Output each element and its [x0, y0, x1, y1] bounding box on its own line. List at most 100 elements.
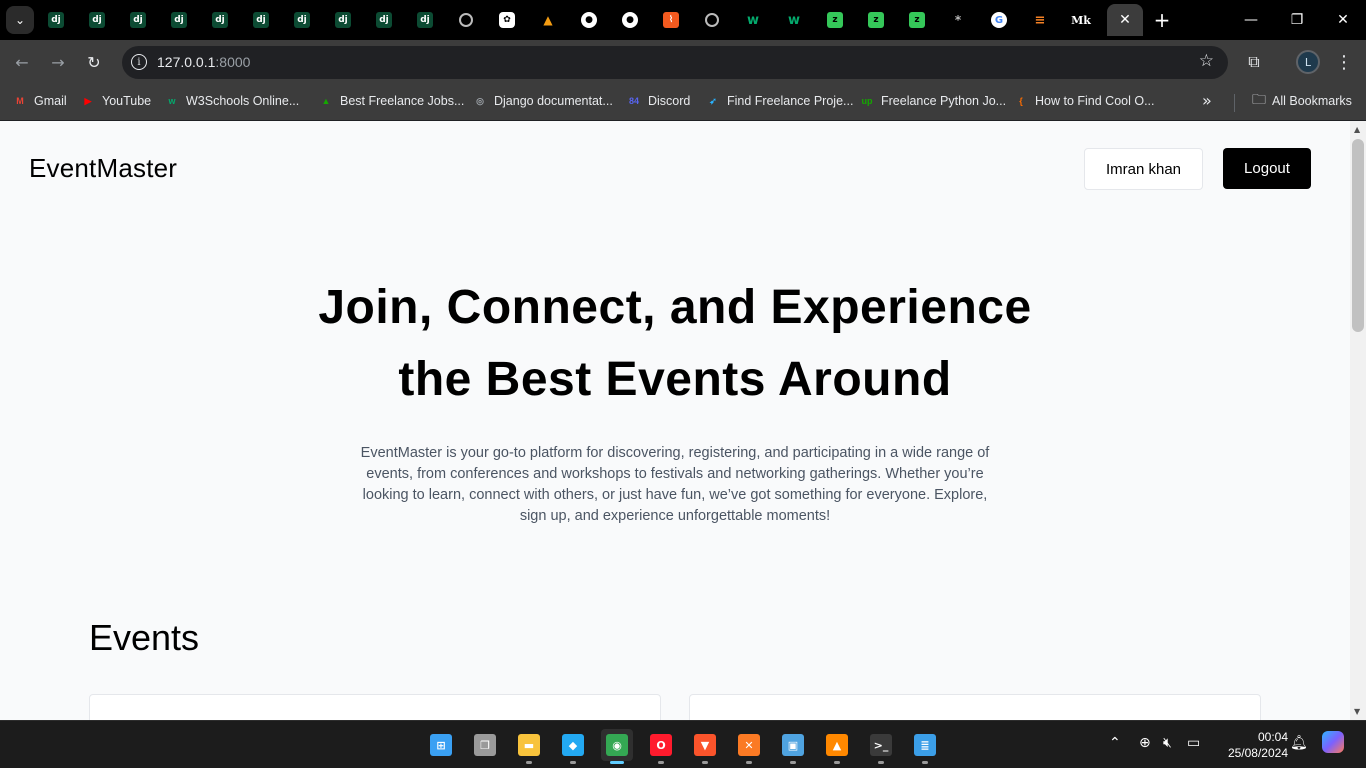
user-profile-button[interactable]: Imran khan	[1084, 148, 1203, 190]
w3schools-icon: w	[168, 96, 176, 106]
browser-tab[interactable]: dj	[405, 4, 445, 36]
browser-tab[interactable]: dj	[77, 4, 117, 36]
browser-tab[interactable]: dj	[241, 4, 281, 36]
browser-tab[interactable]: w	[774, 4, 814, 36]
django-icon: dj	[253, 12, 269, 28]
taskbar-app[interactable]: ❐	[469, 729, 501, 761]
browser-tab[interactable]: Mk	[1061, 4, 1101, 36]
browser-tab[interactable]: dj	[282, 4, 322, 36]
opera-icon: O	[650, 734, 672, 756]
browser-tab[interactable]: dj	[200, 4, 240, 36]
close-tab-icon[interactable]: ✕	[1119, 12, 1131, 28]
browser-tab[interactable]: ●	[569, 4, 609, 36]
page-scrollbar[interactable]: ▲ ▼	[1350, 121, 1366, 720]
star-icon: *	[954, 13, 962, 27]
address-bar[interactable]: i 127.0.0.1:8000 ☆	[122, 46, 1228, 79]
forward-button[interactable]: →	[46, 50, 70, 74]
reload-button[interactable]: ↻	[82, 50, 106, 74]
browser-tab[interactable]: dj	[159, 4, 199, 36]
restore-button[interactable]: ❐	[1274, 0, 1320, 40]
taskbar-app[interactable]: ▬	[513, 729, 545, 764]
profile-avatar[interactable]: L	[1296, 50, 1320, 74]
event-card[interactable]	[689, 694, 1261, 720]
browser-tab[interactable]: dj	[36, 4, 76, 36]
django-icon: dj	[171, 12, 187, 28]
bookmark-item[interactable]: w W3Schools Online...	[164, 91, 299, 111]
discord-icon: 84	[628, 96, 639, 106]
browser-tab[interactable]: ≡	[1020, 4, 1060, 36]
django-icon: dj	[335, 12, 351, 28]
scroll-thumb[interactable]	[1352, 139, 1364, 332]
taskbar-app[interactable]: ⊞	[425, 729, 457, 761]
bookmark-item[interactable]: {How to Find Cool O...	[1013, 91, 1154, 111]
taskbar-app[interactable]: ▲	[821, 729, 853, 764]
scroll-up-icon[interactable]: ▲	[1354, 125, 1360, 134]
browser-tab[interactable]: z	[856, 4, 896, 36]
taskbar-app[interactable]: ▼	[689, 729, 721, 764]
system-clock[interactable]: 00:04 25/08/2024	[1214, 729, 1288, 761]
site-brand[interactable]: EventMaster	[29, 153, 177, 184]
all-bookmarks-button[interactable]: 🗀 All Bookmarks	[1252, 91, 1352, 111]
network-icon[interactable]: ⊕	[1139, 735, 1151, 751]
browser-tab[interactable]	[446, 4, 486, 36]
browser-tab[interactable]: ▲	[528, 4, 568, 36]
scroll-down-icon[interactable]: ▼	[1354, 707, 1360, 716]
volume-muted-icon[interactable]: 🔇︎	[1163, 735, 1172, 751]
menu-kebab-icon[interactable]: ⋮	[1334, 50, 1354, 74]
site-info-icon[interactable]: i	[131, 54, 147, 70]
browser-tab[interactable]: *	[938, 4, 978, 36]
google-icon: G	[991, 12, 1007, 28]
copilot-icon[interactable]	[1322, 731, 1344, 753]
browser-tab[interactable]: z	[815, 4, 855, 36]
running-indicator	[570, 761, 576, 764]
notification-bell-icon[interactable]: 🔔︎	[1290, 735, 1308, 751]
close-window-button[interactable]: ✕	[1320, 0, 1366, 40]
chevron-double-right-icon[interactable]: »	[1202, 91, 1212, 110]
bookmark-item[interactable]: M Gmail	[12, 91, 66, 111]
browser-tab-active[interactable]: ✕	[1107, 4, 1143, 36]
minimize-button[interactable]: —	[1228, 0, 1274, 40]
bookmark-item[interactable]: ➶ Find Freelance Proje...	[705, 91, 853, 111]
browser-tab[interactable]: ●	[610, 4, 650, 36]
chrome-icon: ◉	[606, 734, 628, 756]
github-icon: ●	[581, 12, 597, 28]
bookmark-item[interactable]: up Freelance Python Jo...	[859, 91, 1007, 111]
battery-icon[interactable]: ▭	[1187, 735, 1200, 751]
new-tab-button[interactable]: +	[1150, 8, 1174, 32]
browser-tab[interactable]: dj	[118, 4, 158, 36]
event-card[interactable]	[89, 694, 661, 720]
browser-tab[interactable]: z	[897, 4, 937, 36]
bookmark-item[interactable]: ▲ Best Freelance Jobs...	[318, 91, 465, 111]
freelancer-icon: ➶	[709, 95, 717, 106]
extensions-icon[interactable]: ⧉	[1242, 50, 1266, 74]
bookmark-label: Django documentat...	[494, 94, 613, 108]
browser-tab[interactable]: G	[979, 4, 1019, 36]
bookmark-label: W3Schools Online...	[186, 94, 300, 108]
bookmark-item[interactable]: ▶ YouTube	[80, 91, 152, 111]
browser-tab[interactable]: ✿	[487, 4, 527, 36]
back-button[interactable]: ←	[10, 50, 34, 74]
green-app-icon: z	[827, 12, 843, 28]
medium-icon: Mk	[1071, 13, 1091, 27]
browser-tab[interactable]: w	[733, 4, 773, 36]
taskbar-app[interactable]: ◉	[601, 729, 633, 764]
browser-tab[interactable]: ⌇	[651, 4, 691, 36]
running-indicator	[922, 761, 928, 764]
taskbar-app[interactable]: ◆	[557, 729, 589, 764]
taskbar-app[interactable]: ▣	[777, 729, 809, 764]
taskbar-app[interactable]: O	[645, 729, 677, 764]
bookmark-item[interactable]: 84 Discord	[626, 91, 690, 111]
taskbar-app[interactable]: ≣	[909, 729, 941, 764]
terminal-icon: >_	[870, 734, 892, 756]
chevron-up-icon[interactable]: ⌃	[1109, 735, 1121, 751]
taskbar-app[interactable]: ✕	[733, 729, 765, 764]
bookmark-star-icon[interactable]: ☆	[1199, 51, 1214, 71]
url-text[interactable]: 127.0.0.1:8000	[157, 54, 250, 70]
browser-tab[interactable]: dj	[323, 4, 363, 36]
browser-tab[interactable]: dj	[364, 4, 404, 36]
browser-tab[interactable]	[692, 4, 732, 36]
tab-search-button[interactable]: ⌄	[6, 6, 34, 34]
bookmark-item[interactable]: ◎ Django documentat...	[472, 91, 613, 111]
logout-button[interactable]: Logout	[1223, 148, 1311, 189]
taskbar-app[interactable]: >_	[865, 729, 897, 764]
